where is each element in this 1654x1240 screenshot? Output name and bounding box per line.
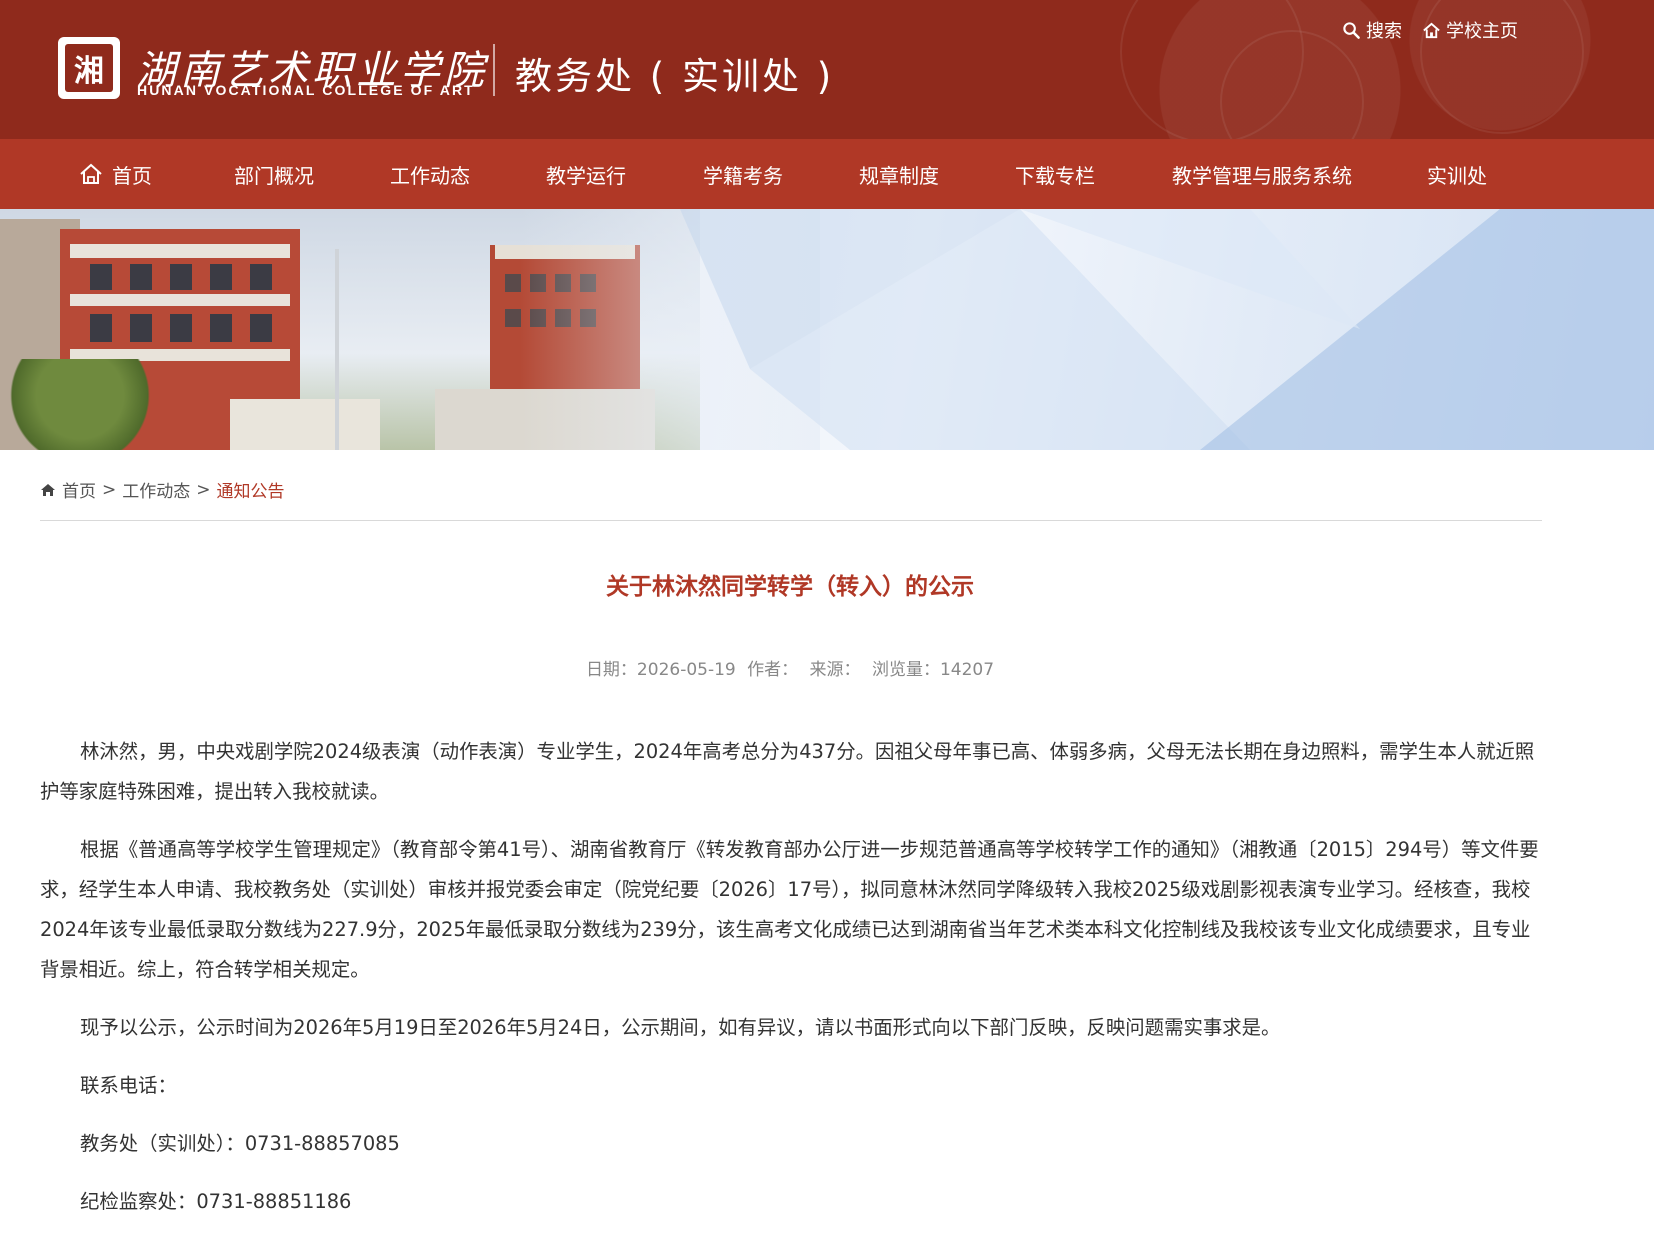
- logo-seal-mark: 湘: [65, 44, 113, 92]
- nav-label: 下载专栏: [1015, 163, 1095, 188]
- home-icon: [41, 483, 55, 496]
- search-link[interactable]: 搜索: [1342, 17, 1402, 43]
- search-label: 搜索: [1366, 21, 1402, 42]
- contact-academic-affairs: 教务处（实训处）：0731-88857085: [80, 1132, 400, 1155]
- contact-label: 联系电话：: [80, 1074, 177, 1097]
- nav-item-rules[interactable]: 规章制度: [859, 139, 939, 209]
- breadcrumb-divider: [40, 520, 1542, 521]
- article-paragraph: 根据《普通高等学校学生管理规定》（教育部令第41号）、湖南省教育厅《转发教育部办…: [40, 838, 1539, 981]
- breadcrumb-news[interactable]: 工作动态: [122, 477, 190, 502]
- banner-window: [250, 314, 272, 342]
- nav-item-home[interactable]: 首页: [78, 139, 152, 209]
- nav-label: 学籍考务: [703, 163, 783, 188]
- search-icon: [1343, 21, 1360, 39]
- main-nav: 首页 部门概况 工作动态 教学运行 学籍考务 规章制度 下载专栏 教学管理与服务…: [0, 139, 1654, 209]
- nav-item-system[interactable]: 教学管理与服务系统: [1172, 139, 1352, 209]
- breadcrumb: 首页 > 工作动态 > 通知公告: [40, 477, 285, 502]
- department-title: 教务处 ( 实训处 ): [515, 55, 835, 98]
- banner-window: [170, 264, 192, 290]
- nav-item-news[interactable]: 工作动态: [390, 139, 470, 209]
- college-logo[interactable]: 湘: [58, 37, 120, 99]
- article-body: 林沐然，男，中央戏剧学院2024级表演（动作表演）专业学生，2024年高考总分为…: [40, 732, 1542, 1240]
- banner-window: [90, 264, 112, 290]
- banner-window: [130, 264, 152, 290]
- banner-window: [505, 274, 521, 292]
- nav-label: 工作动态: [390, 163, 470, 188]
- nav-item-downloads[interactable]: 下载专栏: [1015, 139, 1095, 209]
- breadcrumb-separator: >: [196, 479, 211, 500]
- banner-geometric-shapes: [680, 209, 1654, 450]
- article-date: 日期：2026-05-19: [585, 660, 736, 680]
- nav-item-registry[interactable]: 学籍考务: [703, 139, 783, 209]
- article-author: 作者：: [747, 660, 799, 680]
- breadcrumb-separator: >: [102, 479, 117, 500]
- article-meta: 日期：2026-05-19 作者： 来源： 浏览量：14207: [0, 655, 1580, 680]
- nav-item-training[interactable]: 实训处: [1427, 139, 1487, 209]
- banner-window: [90, 314, 112, 342]
- banner-window: [210, 264, 232, 290]
- top-links: 搜索 学校主页: [1342, 17, 1518, 43]
- banner-tree: [0, 359, 160, 450]
- breadcrumb-home[interactable]: 首页: [62, 477, 96, 502]
- banner-window: [130, 314, 152, 342]
- banner-window: [210, 314, 232, 342]
- article-views: 浏览量：14207: [871, 660, 995, 680]
- home-icon: [80, 163, 102, 184]
- nav-label: 实训处: [1427, 163, 1487, 188]
- banner-window: [505, 309, 521, 327]
- banner-building-trim: [70, 294, 290, 306]
- school-home-label: 学校主页: [1446, 21, 1518, 42]
- banner-window: [170, 314, 192, 342]
- nav-label: 教学管理与服务系统: [1172, 163, 1352, 188]
- nav-label: 首页: [112, 163, 152, 188]
- banner-window: [250, 264, 272, 290]
- header-divider: [493, 44, 495, 96]
- breadcrumb-current[interactable]: 通知公告: [217, 477, 285, 502]
- nav-item-overview[interactable]: 部门概况: [234, 139, 314, 209]
- college-name-en: HUNAN VOCATIONAL COLLEGE OF ART: [137, 82, 475, 98]
- nav-label: 教学运行: [546, 163, 626, 188]
- article-title: 关于林沐然同学转学（转入）的公示: [606, 574, 974, 600]
- home-icon: [1423, 22, 1440, 38]
- banner-lamp-post: [335, 249, 339, 450]
- banner-building-trim: [70, 244, 290, 258]
- campus-banner: [0, 209, 1654, 450]
- nav-label: 规章制度: [859, 163, 939, 188]
- article-source: 来源：: [809, 660, 861, 680]
- banner-pavilion: [230, 399, 380, 450]
- site-header: 湘 湖南艺术职业学院 HUNAN VOCATIONAL COLLEGE OF A…: [0, 0, 1654, 139]
- article-paragraph: 林沐然，男，中央戏剧学院2024级表演（动作表演）专业学生，2024年高考总分为…: [40, 740, 1535, 803]
- nav-item-teaching[interactable]: 教学运行: [546, 139, 626, 209]
- contact-discipline-office: 纪检监察处：0731-88851186: [80, 1190, 352, 1213]
- article-paragraph: 现予以公示，公示时间为2026年5月19日至2026年5月24日，公示期间，如有…: [80, 1016, 1281, 1039]
- school-home-link[interactable]: 学校主页: [1422, 17, 1518, 43]
- nav-label: 部门概况: [234, 163, 314, 188]
